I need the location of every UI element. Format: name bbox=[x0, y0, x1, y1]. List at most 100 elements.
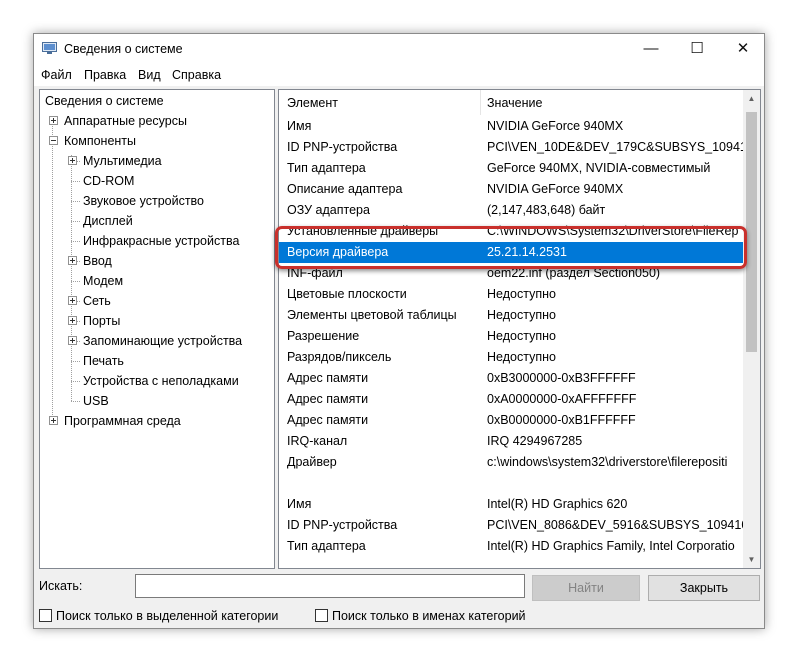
tree-item[interactable]: Мультимедиа bbox=[83, 151, 162, 171]
row-item-cell: Драйвер bbox=[287, 455, 337, 469]
tree-item[interactable]: Устройства с неполадками bbox=[83, 371, 239, 391]
details-list[interactable]: Элемент Значение Имя NVIDIA GeForce 940MX… bbox=[278, 89, 761, 569]
scroll-down-icon[interactable]: ▼ bbox=[743, 551, 760, 568]
list-header: Элемент Значение bbox=[279, 90, 743, 115]
checkbox-category-names[interactable] bbox=[315, 609, 328, 622]
table-row[interactable]: Адрес памяти 0xB3000000-0xB3FFFFFF bbox=[279, 368, 743, 389]
table-row[interactable]: Цветовые плоскости Недоступно bbox=[279, 284, 743, 305]
row-item-cell: ID PNP-устройства bbox=[287, 140, 398, 154]
table-row[interactable]: Драйвер c:\windows\system32\driverstore\f… bbox=[279, 452, 743, 473]
category-tree[interactable]: Сведения о системе Аппаратные ресурсы Комп… bbox=[39, 89, 275, 569]
close-window-button[interactable]: ✕ bbox=[720, 34, 766, 64]
tree-item[interactable]: Дисплей bbox=[83, 211, 133, 231]
row-item-cell: Адрес памяти bbox=[287, 371, 369, 385]
tree-item[interactable]: Звуковое устройство bbox=[83, 191, 204, 211]
row-item-cell: ОЗУ адаптера bbox=[287, 203, 370, 217]
row-item-cell: Имя bbox=[287, 497, 312, 511]
row-value-cell: NVIDIA GeForce 940MX bbox=[487, 119, 624, 133]
tree-item[interactable]: Сведения о системе bbox=[45, 91, 164, 111]
tree-item[interactable]: Инфракрасные устройства bbox=[83, 231, 239, 251]
tree-item[interactable]: Порты bbox=[83, 311, 120, 331]
table-row[interactable]: Описание адаптера NVIDIA GeForce 940MX bbox=[279, 179, 743, 200]
vertical-scrollbar[interactable]: ▲ ▼ bbox=[743, 90, 760, 568]
row-item-cell: Адрес памяти bbox=[287, 392, 369, 406]
tree-item[interactable]: Модем bbox=[83, 271, 123, 291]
table-row[interactable] bbox=[279, 473, 743, 494]
table-row[interactable]: ID PNP-устройства PCI\VEN_8086&DEV_5916&S… bbox=[279, 515, 743, 536]
tree-item[interactable]: Сеть bbox=[83, 291, 111, 311]
tree-connector bbox=[71, 181, 80, 182]
expand-icon[interactable] bbox=[68, 256, 77, 265]
expand-icon[interactable] bbox=[68, 336, 77, 345]
menu-view[interactable]: Вид bbox=[138, 68, 161, 82]
tree-item[interactable]: Программная среда bbox=[64, 411, 181, 431]
system-info-icon bbox=[42, 42, 57, 54]
collapse-icon[interactable] bbox=[49, 136, 58, 145]
table-row[interactable]: ID PNP-устройства PCI\VEN_10DE&DEV_179C&S… bbox=[279, 137, 743, 158]
find-button[interactable]: Найти bbox=[532, 575, 640, 601]
tree-connector bbox=[71, 201, 80, 202]
expand-icon[interactable] bbox=[68, 156, 77, 165]
tree-item[interactable]: Запоминающие устройства bbox=[83, 331, 242, 351]
column-divider[interactable] bbox=[480, 90, 481, 115]
table-row[interactable]: IRQ-канал IRQ 4294967285 bbox=[279, 431, 743, 452]
table-row[interactable]: INF-файл oem22.inf (раздел Section050) bbox=[279, 263, 743, 284]
column-header-value[interactable]: Значение bbox=[487, 96, 542, 110]
tree-item[interactable]: CD-ROM bbox=[83, 171, 134, 191]
table-row[interactable]: Тип адаптера Intel(R) HD Graphics Family,… bbox=[279, 536, 743, 557]
tree-connector bbox=[71, 241, 80, 242]
column-header-item[interactable]: Элемент bbox=[287, 96, 338, 110]
row-value-cell: Intel(R) HD Graphics Family, Intel Corpo… bbox=[487, 539, 735, 553]
row-item-cell: Адрес памяти bbox=[287, 413, 369, 427]
checkbox-category-names-label: Поиск только в именах категорий bbox=[332, 609, 526, 623]
tree-item[interactable]: Печать bbox=[83, 351, 124, 371]
expand-icon[interactable] bbox=[49, 416, 58, 425]
table-row[interactable]: Адрес памяти 0xA0000000-0xAFFFFFFF bbox=[279, 389, 743, 410]
row-item-cell: Тип адаптера bbox=[287, 161, 366, 175]
table-row[interactable]: Разрядов/пиксель Недоступно bbox=[279, 347, 743, 368]
tree-connector bbox=[71, 155, 72, 401]
table-row[interactable]: Имя NVIDIA GeForce 940MX bbox=[279, 116, 743, 137]
menu-help[interactable]: Справка bbox=[172, 68, 221, 82]
row-value-cell: PCI\VEN_10DE&DEV_179C&SUBSYS_1094102 bbox=[487, 140, 743, 154]
tree-item[interactable]: USB bbox=[83, 391, 109, 411]
expand-icon[interactable] bbox=[68, 296, 77, 305]
expand-icon[interactable] bbox=[68, 316, 77, 325]
table-row[interactable]: Версия драйвера 25.21.14.2531 bbox=[279, 242, 743, 263]
table-row[interactable]: Элементы цветовой таблицы Недоступно bbox=[279, 305, 743, 326]
minimize-button[interactable]: — bbox=[628, 34, 674, 64]
row-value-cell: PCI\VEN_8086&DEV_5916&SUBSYS_1094102 bbox=[487, 518, 743, 532]
tree-item[interactable]: Ввод bbox=[83, 251, 112, 271]
find-input[interactable] bbox=[135, 574, 525, 598]
row-item-cell: Имя bbox=[287, 119, 312, 133]
row-value-cell: 0xB0000000-0xB1FFFFFF bbox=[487, 413, 636, 427]
menu-file[interactable]: Файл bbox=[41, 68, 72, 82]
row-item-cell: Элементы цветовой таблицы bbox=[287, 308, 457, 322]
row-item-cell: Цветовые плоскости bbox=[287, 287, 407, 301]
close-button[interactable]: Закрыть bbox=[648, 575, 760, 601]
row-item-cell: Тип адаптера bbox=[287, 539, 366, 553]
expand-icon[interactable] bbox=[49, 116, 58, 125]
menu-edit[interactable]: Правка bbox=[84, 68, 126, 82]
scroll-thumb[interactable] bbox=[746, 112, 757, 352]
row-value-cell: C:\WINDOWS\System32\DriverStore\FileRep bbox=[487, 224, 739, 238]
row-value-cell: IRQ 4294967285 bbox=[487, 434, 583, 448]
tree-item[interactable]: Компоненты bbox=[64, 131, 136, 151]
table-row[interactable]: Установленные драйверы C:\WINDOWS\System3… bbox=[279, 221, 743, 242]
table-row[interactable]: Тип адаптера GeForce 940MX, NVIDIA-совмес… bbox=[279, 158, 743, 179]
window-title: Сведения о системе bbox=[64, 42, 183, 56]
row-item-cell: Версия драйвера bbox=[287, 245, 389, 259]
scroll-up-icon[interactable]: ▲ bbox=[743, 90, 760, 107]
table-row[interactable]: ОЗУ адаптера (2,147,483,648) байт bbox=[279, 200, 743, 221]
title-bar: Сведения о системе — ☐ ✕ bbox=[34, 34, 764, 64]
row-item-cell: Разрешение bbox=[287, 329, 360, 343]
checkbox-selected-category[interactable] bbox=[39, 609, 52, 622]
tree-item[interactable]: Аппаратные ресурсы bbox=[64, 111, 187, 131]
table-row[interactable]: Адрес памяти 0xB0000000-0xB1FFFFFF bbox=[279, 410, 743, 431]
row-value-cell: Недоступно bbox=[487, 329, 556, 343]
table-row[interactable]: Разрешение Недоступно bbox=[279, 326, 743, 347]
maximize-button[interactable]: ☐ bbox=[674, 34, 720, 64]
table-row[interactable]: Имя Intel(R) HD Graphics 620 bbox=[279, 494, 743, 515]
tree-connector bbox=[71, 281, 80, 282]
system-info-window: Сведения о системе — ☐ ✕ Файл Правка Вид… bbox=[33, 33, 765, 629]
